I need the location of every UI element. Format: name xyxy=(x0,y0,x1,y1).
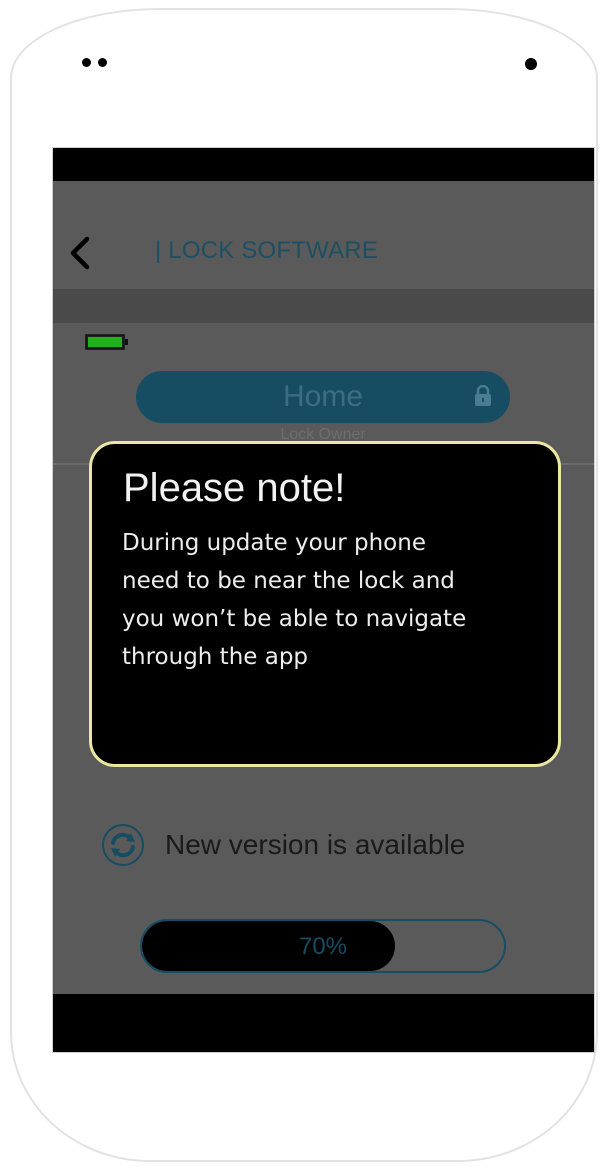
sensor-dot-icon xyxy=(98,58,107,67)
phone-frame: | LOCK SOFTWARE Home Lock Owner New vers… xyxy=(10,8,598,1162)
dialog-line: through the app xyxy=(122,644,309,670)
dialog-message: During update your phone need to be near… xyxy=(122,524,532,676)
dialog-line: need to be near the lock and xyxy=(122,568,455,594)
battery-icon xyxy=(85,334,128,350)
lock-name: Home xyxy=(282,380,364,413)
update-progress-bar: 70% xyxy=(140,919,506,973)
update-status-row: New version is available xyxy=(101,821,541,871)
chevron-left-icon[interactable] xyxy=(65,233,93,273)
padlock-icon xyxy=(475,385,491,406)
speaker-dot-icon xyxy=(525,58,537,70)
note-dialog[interactable]: Please note! During update your phone ne… xyxy=(89,441,561,767)
lock-selector[interactable]: Home xyxy=(136,371,510,423)
page-title: | LOCK SOFTWARE xyxy=(155,237,379,264)
subheader-band xyxy=(53,289,594,323)
update-status-text: New version is available xyxy=(165,829,466,860)
app-view: | LOCK SOFTWARE Home Lock Owner New vers… xyxy=(53,181,594,994)
dialog-line: During update your phone xyxy=(122,530,426,556)
refresh-icon[interactable] xyxy=(101,823,145,867)
app-header: | LOCK SOFTWARE xyxy=(53,181,594,289)
dialog-line: you won’t be able to navigate xyxy=(122,606,467,632)
phone-screen: | LOCK SOFTWARE Home Lock Owner New vers… xyxy=(52,147,595,1053)
dialog-title: Please note! xyxy=(123,466,346,510)
progress-label: 70% xyxy=(298,933,348,960)
camera-dot-icon xyxy=(82,58,91,67)
